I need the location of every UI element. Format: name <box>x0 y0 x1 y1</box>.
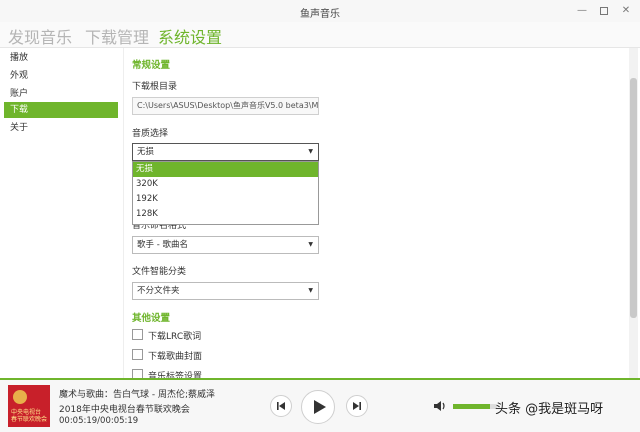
chevron-down-icon: ▼ <box>308 287 313 294</box>
quality-option-128k[interactable]: 128K <box>133 207 318 222</box>
song-title: 魔术与歌曲：告白气球 - 周杰伦;蔡威泽 <box>59 390 216 400</box>
sidebar-item-playback[interactable]: 播放 <box>4 50 118 66</box>
quality-option-192k[interactable]: 192K <box>133 192 318 207</box>
quality-select[interactable]: 无损 ▼ <box>132 143 319 161</box>
close-icon[interactable]: ✕ <box>618 3 634 19</box>
window-title: 鱼声音乐 <box>300 9 340 20</box>
tab-system-settings[interactable]: 系统设置 <box>158 24 222 48</box>
minimize-icon[interactable]: — <box>574 3 590 19</box>
cctv-logo-icon <box>13 390 27 404</box>
album-cover[interactable]: 中央电视台 春节联欢晚会 <box>8 385 50 427</box>
previous-button[interactable] <box>270 395 292 417</box>
volume-level <box>453 404 491 409</box>
title-bar: 鱼声音乐 — ✕ <box>0 0 640 22</box>
tab-download-manager[interactable]: 下载管理 <box>85 24 149 48</box>
previous-icon <box>277 402 285 410</box>
settings-content: 常规设置 下载根目录 C:\Users\ASUS\Desktop\鱼声音乐V5.… <box>124 48 629 378</box>
song-subtitle: 2018年中央电视台春节联欢晚会 <box>59 405 190 415</box>
naming-format-selected: 歌手 - 歌曲名 <box>137 240 188 250</box>
download-dir-label: 下载根目录 <box>132 82 178 92</box>
other-settings-title: 其他设置 <box>132 313 171 324</box>
lrc-label: 下载LRC歌词 <box>148 332 202 342</box>
sidebar-item-appearance[interactable]: 外观 <box>4 68 118 84</box>
lrc-checkbox[interactable] <box>132 329 143 340</box>
volume-icon[interactable] <box>433 399 447 413</box>
maximize-icon[interactable] <box>596 3 612 19</box>
scrollbar-thumb[interactable] <box>630 78 637 318</box>
quality-selected-value: 无损 <box>137 147 155 157</box>
naming-format-select[interactable]: 歌手 - 歌曲名 ▼ <box>132 236 319 254</box>
quality-option-320k[interactable]: 320K <box>133 177 318 192</box>
smart-sort-label: 文件智能分类 <box>132 267 187 277</box>
chevron-down-icon: ▼ <box>308 148 313 155</box>
content-scrollbar[interactable] <box>629 48 638 378</box>
download-dir-field[interactable]: C:\Users\ASUS\Desktop\鱼声音乐V5.0 beta3\M <box>132 97 319 115</box>
sidebar-item-download[interactable]: 下载 <box>4 102 118 118</box>
play-button[interactable] <box>301 390 335 424</box>
volume-slider[interactable] <box>453 404 497 409</box>
cover-checkbox[interactable] <box>132 349 143 360</box>
quality-label: 音质选择 <box>132 129 169 139</box>
quality-dropdown-list: 无损 320K 192K 128K <box>132 161 319 225</box>
general-settings-title: 常规设置 <box>132 60 171 71</box>
settings-sidebar: 播放 外观 账户 下载 关于 <box>0 48 124 378</box>
player-bar: 中央电视台 春节联欢晚会 魔术与歌曲：告白气球 - 周杰伦;蔡威泽 2018年中央… <box>0 378 640 432</box>
tab-discover-music[interactable]: 发现音乐 <box>8 24 72 48</box>
sidebar-item-about[interactable]: 关于 <box>4 120 118 136</box>
sidebar-item-account[interactable]: 账户 <box>4 86 118 102</box>
chevron-down-icon: ▼ <box>308 241 313 248</box>
next-icon <box>353 402 361 410</box>
next-button[interactable] <box>346 395 368 417</box>
smart-sort-selected: 不分文件夹 <box>137 286 180 296</box>
tag-checkbox[interactable] <box>132 369 143 378</box>
album-caption: 中央电视台 春节联欢晚会 <box>11 409 48 423</box>
top-nav: 发现音乐 下载管理 系统设置 <box>0 22 640 48</box>
watermark-text: 头条 @我是斑马呀 <box>495 402 604 417</box>
quality-option-lossless[interactable]: 无损 <box>133 162 318 177</box>
play-icon <box>314 400 326 414</box>
smart-sort-select[interactable]: 不分文件夹 ▼ <box>132 282 319 300</box>
cover-label: 下载歌曲封面 <box>148 352 203 362</box>
tag-label: 音乐标签设置 <box>148 372 203 378</box>
song-time: 00:05:19/00:05:19 <box>59 416 139 426</box>
